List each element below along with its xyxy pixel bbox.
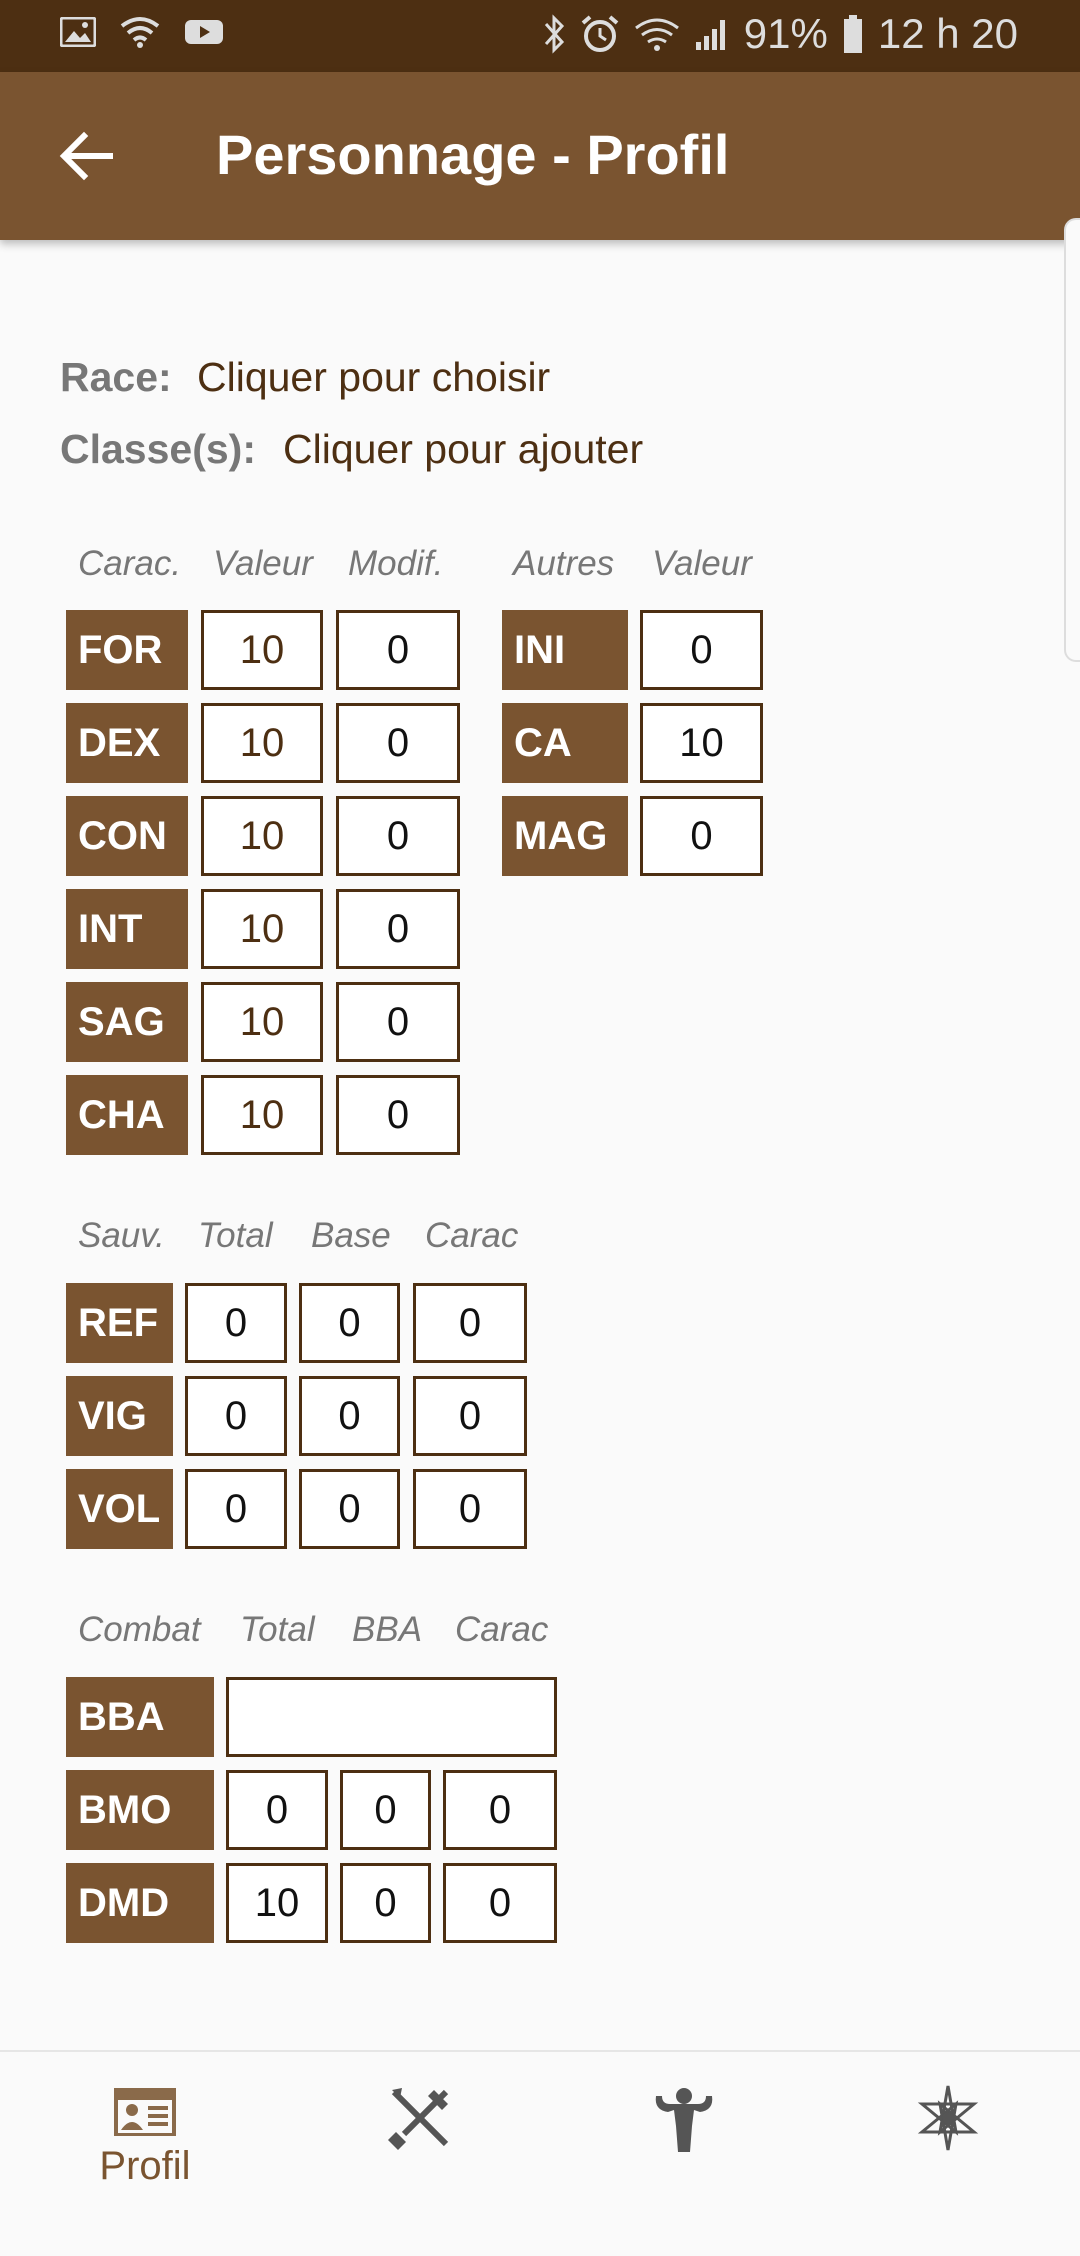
nav-tab-skills[interactable] — [634, 2082, 734, 2252]
combat-header-total: Total — [240, 1610, 315, 1649]
stat-label-int: INT — [66, 889, 188, 969]
combat-total-dmd: 10 — [226, 1863, 328, 1943]
wifi-icon — [120, 17, 160, 48]
other-label-mag: MAG — [502, 796, 628, 876]
save-carac-vig: 0 — [413, 1376, 527, 1456]
save-base-ref[interactable]: 0 — [299, 1283, 400, 1363]
other-value-mag: 0 — [640, 796, 763, 876]
saves-header-total: Total — [198, 1216, 273, 1255]
stat-label-cha: CHA — [66, 1075, 188, 1155]
race-label: Race: — [60, 354, 172, 400]
save-carac-vol: 0 — [413, 1469, 527, 1549]
saves-header-sauv: Sauv. — [78, 1216, 165, 1255]
stats-header-modif: Modif. — [348, 544, 444, 583]
nav-tab-spells[interactable] — [898, 2082, 998, 2252]
other-label-ini: INI — [502, 610, 628, 690]
class-label: Classe(s): — [60, 426, 256, 472]
status-bar: 91% 12 h 20 — [0, 0, 1080, 72]
save-label-vig: VIG — [66, 1376, 173, 1456]
combat-carac-bmo: 0 — [443, 1770, 557, 1850]
stat-value-con[interactable]: 10 — [201, 796, 323, 876]
stat-mod-dex: 0 — [336, 703, 460, 783]
race-selector[interactable]: Cliquer pour choisir — [197, 354, 550, 401]
save-total-ref: 0 — [185, 1283, 287, 1363]
side-drawer-handle[interactable] — [1064, 218, 1080, 662]
combat-header-combat: Combat — [78, 1610, 201, 1649]
save-label-ref: REF — [66, 1283, 173, 1363]
save-base-vig[interactable]: 0 — [299, 1376, 400, 1456]
arrow-back-icon — [59, 131, 113, 181]
combat-header-carac: Carac — [455, 1610, 549, 1649]
stat-mod-for: 0 — [336, 610, 460, 690]
class-selector[interactable]: Cliquer pour ajouter — [283, 426, 643, 473]
stat-mod-int: 0 — [336, 889, 460, 969]
app-bar: Personnage - Profil — [0, 72, 1080, 240]
stat-value-int[interactable]: 10 — [201, 889, 323, 969]
combat-header-bba: BBA — [352, 1610, 423, 1649]
others-header-valeur: Valeur — [652, 544, 752, 583]
other-value-ca: 10 — [640, 703, 763, 783]
combat-label-dmd: DMD — [66, 1863, 214, 1943]
bottom-navigation: Profil — [0, 2050, 1080, 2222]
combat-label-bmo: BMO — [66, 1770, 214, 1850]
wifi-signal-icon — [634, 18, 679, 51]
nav-tab-profil-label: Profil — [99, 2144, 191, 2188]
cell-signal-icon — [695, 20, 725, 50]
stats-header-valeur: Valeur — [213, 544, 313, 583]
stat-value-dex[interactable]: 10 — [201, 703, 323, 783]
stat-label-sag: SAG — [66, 982, 188, 1062]
other-label-ca: CA — [502, 703, 628, 783]
stat-value-cha[interactable]: 10 — [201, 1075, 323, 1155]
crossed-tools-icon — [388, 2088, 449, 2150]
combat-label-bba: BBA — [66, 1677, 214, 1757]
bluetooth-icon — [544, 14, 564, 54]
stat-value-for[interactable]: 10 — [201, 610, 323, 690]
save-total-vig: 0 — [185, 1376, 287, 1456]
battery-icon — [843, 15, 862, 53]
combat-bba-bmo: 0 — [340, 1770, 431, 1850]
star-spell-icon — [917, 2085, 979, 2151]
stat-label-con: CON — [66, 796, 188, 876]
profile-card-icon — [114, 2088, 176, 2136]
nav-tab-equipment[interactable] — [370, 2082, 470, 2252]
battery-percent: 91% — [743, 10, 828, 57]
image-icon — [60, 17, 96, 47]
stat-label-dex: DEX — [66, 703, 188, 783]
stat-mod-cha: 0 — [336, 1075, 460, 1155]
clock: 12 h 20 — [877, 10, 1018, 57]
saves-header-carac: Carac — [425, 1216, 519, 1255]
alarm-icon — [581, 15, 619, 52]
save-total-vol: 0 — [185, 1469, 287, 1549]
save-carac-ref: 0 — [413, 1283, 527, 1363]
combat-bba-field[interactable] — [226, 1677, 557, 1757]
save-label-vol: VOL — [66, 1469, 173, 1549]
combat-bba-dmd: 0 — [340, 1863, 431, 1943]
stats-header-carac: Carac. — [78, 544, 182, 583]
combat-carac-dmd: 0 — [443, 1863, 557, 1943]
others-header-autres: Autres — [513, 544, 615, 583]
muscle-body-icon — [655, 2088, 713, 2152]
stat-mod-sag: 0 — [336, 982, 460, 1062]
nav-tab-profil[interactable]: Profil — [70, 2086, 220, 2256]
youtube-icon — [185, 20, 223, 44]
stat-label-for: FOR — [66, 610, 188, 690]
stat-value-sag[interactable]: 10 — [201, 982, 323, 1062]
back-button[interactable] — [56, 124, 120, 188]
combat-total-bmo: 0 — [226, 1770, 328, 1850]
page-title: Personnage - Profil — [216, 123, 730, 186]
stat-mod-con: 0 — [336, 796, 460, 876]
other-value-ini: 0 — [640, 610, 763, 690]
save-base-vol[interactable]: 0 — [299, 1469, 400, 1549]
saves-header-base: Base — [311, 1216, 391, 1255]
